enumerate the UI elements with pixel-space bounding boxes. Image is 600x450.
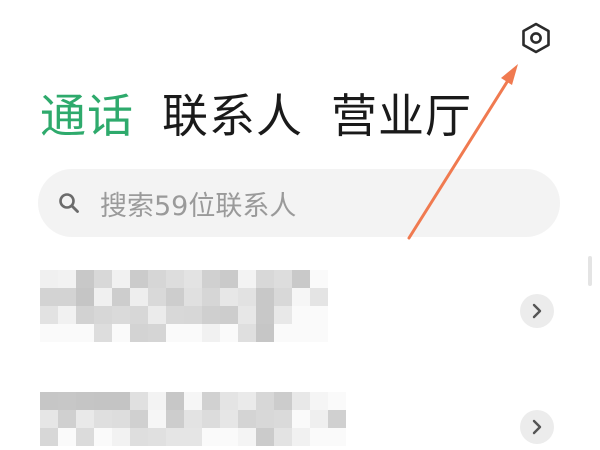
tab-bar: 通话 联系人 营业厅 [40,86,472,146]
search-placeholder: 搜索59位联系人 [100,190,297,222]
settings-button[interactable] [516,18,556,58]
redacted-contact-name [40,270,328,342]
redacted-contact-name [40,392,346,446]
contact-item[interactable] [0,386,600,450]
search-icon [56,190,82,216]
tab-calls[interactable]: 通话 [40,86,134,146]
settings-hexagon-icon [522,22,550,54]
contact-item[interactable] [0,268,600,354]
chevron-right-icon[interactable] [520,294,554,328]
chevron-right-icon[interactable] [520,410,554,444]
search-bar[interactable]: 搜索59位联系人 [38,169,560,237]
tab-contacts[interactable]: 联系人 [162,86,303,146]
tab-service-hall[interactable]: 营业厅 [331,86,472,146]
